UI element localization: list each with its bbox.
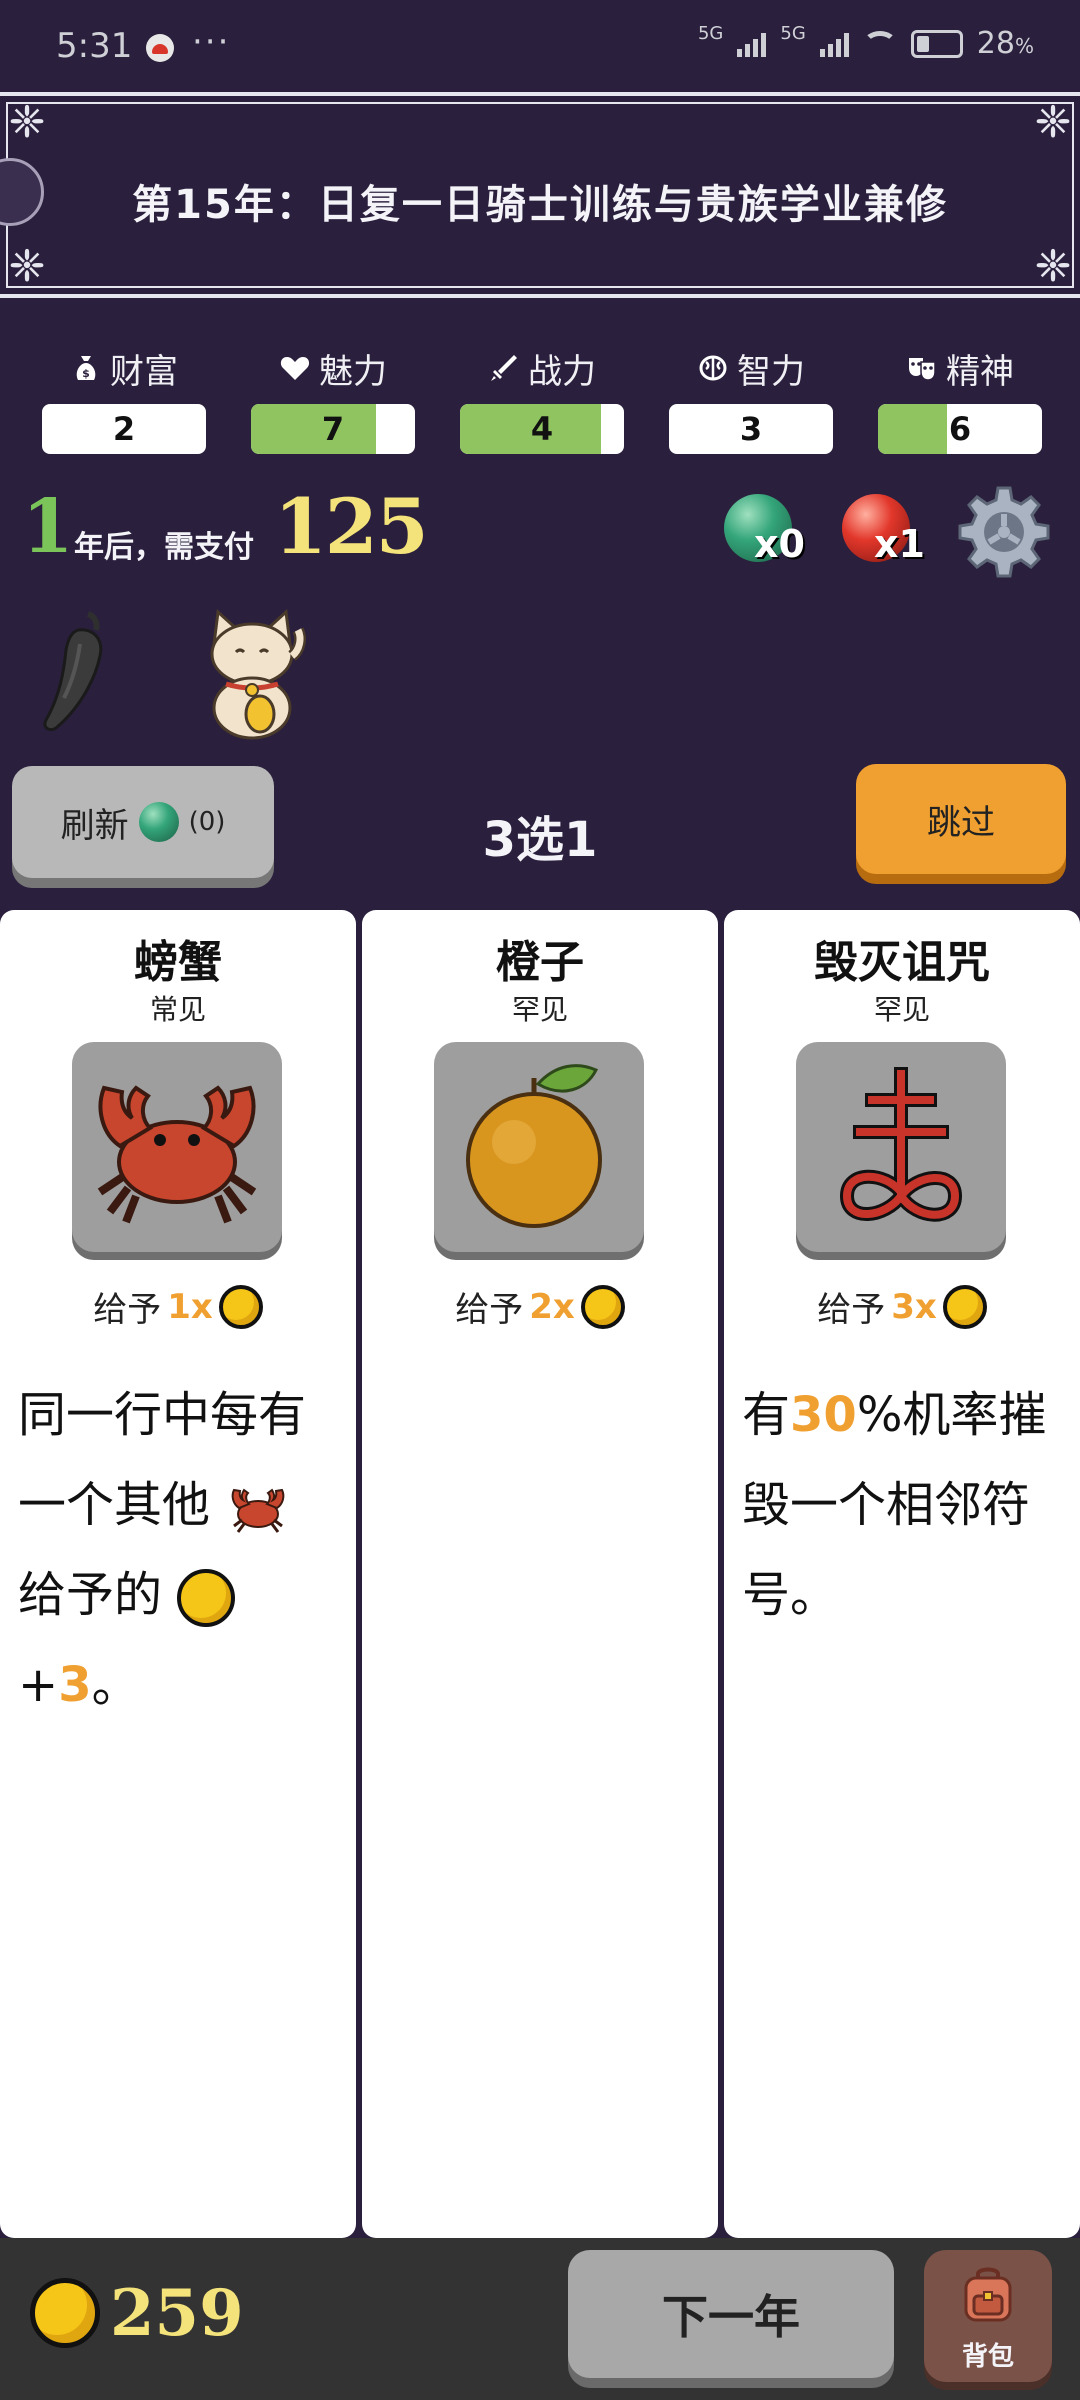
- card-art: [72, 1042, 282, 1252]
- wifi-icon: [862, 30, 897, 57]
- card-reward: 给予 1x: [0, 1282, 356, 1331]
- choice-card-crab[interactable]: 螃蟹 常见 给予 1x 同一行中每有一个其他 给予的 +3。: [0, 910, 356, 2238]
- sword-icon: [491, 355, 517, 381]
- coin-multiplier: 1x: [167, 1286, 213, 1327]
- red-orb-count: x1: [874, 522, 925, 566]
- card-description: 同一行中每有一个其他 给予的 +3。: [18, 1387, 307, 1713]
- years-remaining: 1: [22, 484, 74, 570]
- backpack-icon: [964, 2267, 1012, 2322]
- year-title: 第15年：日复一日骑士训练与贵族学业兼修: [132, 182, 948, 228]
- svg-text:$: $: [82, 367, 90, 380]
- status-bar: 5:31 ··· 5G 5G 28%: [0, 0, 1080, 92]
- choice-card-orange[interactable]: 橙子 罕见 给予 2x: [362, 910, 718, 2238]
- coin-icon: [177, 1569, 236, 1627]
- choice-card-destruction-curse[interactable]: 毁灭诅咒 罕见 给予 3x 有30%机率摧毁一个相邻符号。: [724, 910, 1080, 2238]
- crab-icon: [97, 1085, 257, 1224]
- card-name: 螃蟹: [134, 937, 222, 988]
- stat-label: 战力: [528, 351, 596, 392]
- stat-bar: 3: [669, 404, 833, 454]
- stat-combat: 战力 4: [460, 346, 624, 466]
- status-indicators: 5G 5G 28%: [697, 23, 1034, 61]
- orange-icon: [466, 1064, 602, 1228]
- stat-charm: 魅力 7: [251, 346, 415, 466]
- signal-icon-1: [737, 31, 767, 57]
- heart-icon: [280, 357, 310, 380]
- stat-label: 魅力: [319, 351, 387, 392]
- stat-bar: 4: [460, 404, 624, 454]
- green-orb-count: x0: [754, 522, 805, 566]
- stat-value: 6: [948, 410, 972, 448]
- stat-value: 4: [530, 410, 554, 448]
- battery-level: 28%: [976, 26, 1034, 61]
- ornament-icon: ❈: [1034, 97, 1072, 148]
- stat-wealth: $ 财富 2: [42, 346, 206, 466]
- coin-icon: [580, 1284, 625, 1329]
- card-rarity: 罕见: [511, 993, 568, 1026]
- coin-icon: [218, 1284, 263, 1329]
- app-notification-icon: [146, 34, 174, 62]
- stat-label: 财富: [110, 351, 178, 392]
- lucky-cat-icon[interactable]: [196, 604, 308, 740]
- card-name: 毁灭诅咒: [814, 937, 990, 988]
- next-year-button[interactable]: 下一年: [568, 2250, 894, 2378]
- signal-icon-2: [819, 31, 849, 57]
- card-reward: 给予 2x: [362, 1282, 718, 1331]
- stat-spirit: 精神 6: [878, 346, 1042, 466]
- stat-value: 2: [112, 410, 136, 448]
- ornament-icon: ❈: [1034, 241, 1072, 292]
- crab-icon: [231, 1488, 285, 1533]
- stat-value: 3: [739, 410, 763, 448]
- network-label-1: 5G: [697, 23, 724, 44]
- stat-label: 精神: [946, 351, 1014, 392]
- stat-label: 智力: [737, 351, 805, 392]
- card-art: [434, 1042, 644, 1252]
- network-label-2: 5G: [780, 23, 806, 44]
- leviathan-cross-icon: [839, 1067, 963, 1222]
- ornament-icon: ❈: [8, 241, 46, 292]
- settings-gear-icon[interactable]: [956, 484, 1052, 580]
- status-time: 5:31: [56, 26, 133, 66]
- mask-icon: [909, 358, 936, 381]
- battery-icon: [910, 29, 963, 58]
- stat-intellect: 智力 3: [669, 346, 833, 466]
- stat-bar: 2: [42, 404, 206, 454]
- coin-multiplier: 2x: [529, 1286, 575, 1327]
- stats-panel: $ 财富 2 魅力 7 战力 4 智力 3 精神 6: [42, 346, 1042, 466]
- title-banner: ❈ ❈ ❈ ❈ 第15年：日复一日骑士训练与贵族学业兼修: [0, 92, 1080, 298]
- card-art: [796, 1042, 1006, 1252]
- card-description: 有30%机率摧毁一个相邻符号。: [742, 1387, 1047, 1623]
- backpack-button[interactable]: 背包: [924, 2250, 1052, 2382]
- ornament-icon: ❈: [8, 97, 46, 148]
- money-bag-icon: $: [76, 356, 96, 380]
- backpack-label: 背包: [961, 2342, 1014, 2372]
- stat-bar: 7: [251, 404, 415, 454]
- card-rarity: 常见: [149, 993, 206, 1026]
- more-notifications-icon: ···: [192, 22, 231, 62]
- give-label: 给予: [455, 1290, 524, 1330]
- payment-amount: 125: [274, 482, 429, 571]
- give-label: 给予: [93, 1290, 162, 1330]
- card-rarity: 罕见: [873, 993, 930, 1026]
- coin-icon: [942, 1284, 987, 1329]
- give-label: 给予: [817, 1290, 886, 1330]
- card-name: 橙子: [496, 937, 584, 988]
- stat-value: 7: [321, 410, 345, 448]
- card-reward: 给予 3x: [724, 1282, 1080, 1331]
- coin-multiplier: 3x: [891, 1286, 937, 1327]
- gold-amount: 259: [110, 2276, 244, 2351]
- skip-button[interactable]: 跳过: [856, 764, 1066, 874]
- payment-text: 年后，需支付: [74, 530, 254, 565]
- stat-bar: 6: [878, 404, 1042, 454]
- gold-coin-icon: [30, 2278, 100, 2348]
- chili-pepper-icon[interactable]: [28, 604, 120, 738]
- brain-icon: [699, 355, 727, 381]
